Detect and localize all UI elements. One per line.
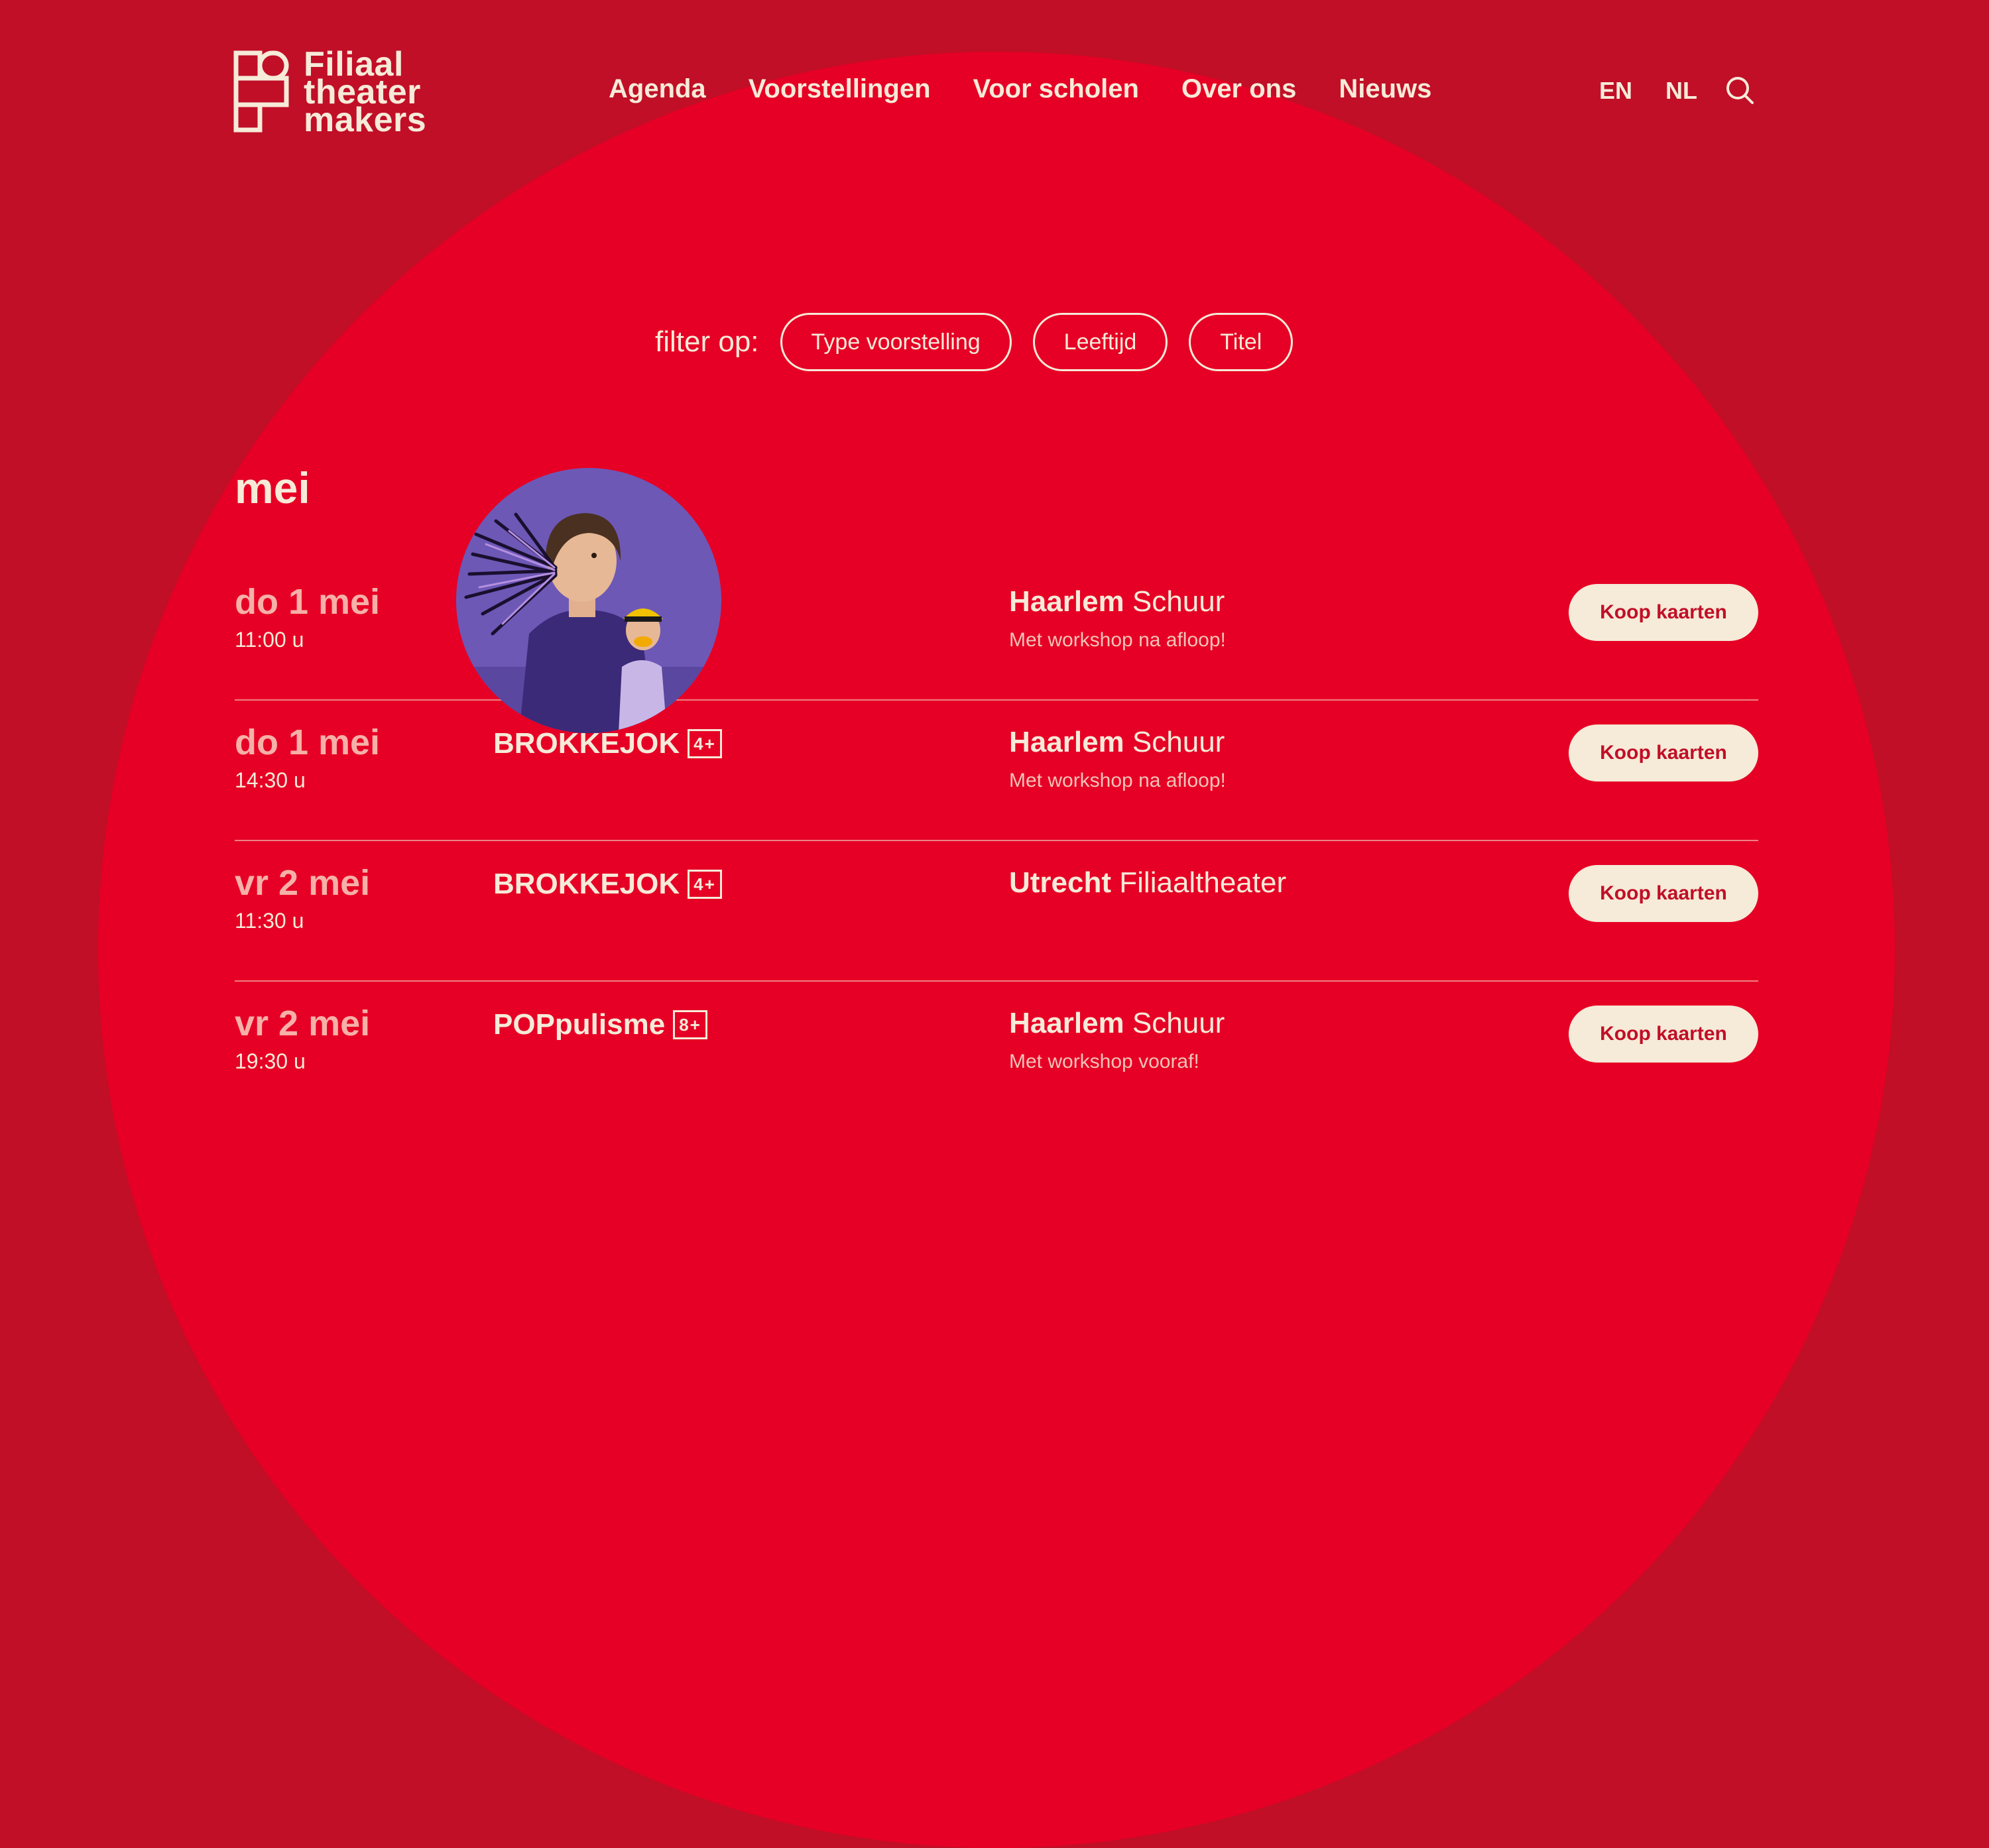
event-venue: Filiaaltheater xyxy=(1119,866,1287,899)
lang-en[interactable]: EN xyxy=(1599,77,1632,105)
event-date: do 1 mei xyxy=(235,582,381,622)
language-switcher: EN NL xyxy=(1599,77,1697,105)
buy-tickets-button[interactable]: Koop kaarten xyxy=(1569,865,1758,922)
nav-voorstellingen[interactable]: Voorstellingen xyxy=(749,74,931,104)
event-city: Haarlem xyxy=(1009,585,1124,618)
filter-leeftijd[interactable]: Leeftijd xyxy=(1032,313,1168,371)
event-title-text[interactable]: BROKKEJOK xyxy=(493,868,680,901)
logo-mark-icon xyxy=(233,50,289,133)
event-city: Utrecht xyxy=(1009,866,1112,899)
event-venue: Schuur xyxy=(1132,585,1225,618)
lang-nl[interactable]: NL xyxy=(1665,77,1697,105)
event-time: 11:30 u xyxy=(235,909,304,933)
search-icon[interactable] xyxy=(1725,76,1754,105)
event-location: Haarlem Schuur xyxy=(1009,1007,1225,1040)
event-time: 11:00 u xyxy=(235,628,304,652)
month-heading: mei xyxy=(235,463,310,512)
filter-label: filter op: xyxy=(655,325,759,358)
event-title-text[interactable]: POPpulisme xyxy=(493,1008,665,1041)
nav-agenda[interactable]: Agenda xyxy=(609,74,706,104)
event-venue: Schuur xyxy=(1132,1007,1225,1039)
nav-nieuws[interactable]: Nieuws xyxy=(1339,74,1431,104)
event-title[interactable]: BROKKEJOK 4+ xyxy=(493,868,722,901)
buy-tickets-button[interactable]: Koop kaarten xyxy=(1569,1006,1758,1063)
event-row: vr 2 mei 19:30 u POPpulisme 8+ Haarlem S… xyxy=(235,982,1758,1121)
page: Filiaal theater makers Agenda Voorstelli… xyxy=(0,0,1989,1104)
event-title[interactable]: POPpulisme 8+ xyxy=(493,1008,707,1041)
show-photo xyxy=(456,468,721,733)
buy-tickets-button[interactable]: Koop kaarten xyxy=(1569,584,1758,641)
nav-over-ons[interactable]: Over ons xyxy=(1181,74,1296,104)
event-time: 14:30 u xyxy=(235,768,306,792)
event-date: vr 2 mei xyxy=(235,863,371,903)
filter-type-voorstelling[interactable]: Type voorstelling xyxy=(780,313,1012,371)
event-title[interactable]: BROKKEJOK 4+ xyxy=(493,727,722,760)
event-note: Met workshop na afloop! xyxy=(1009,770,1226,791)
event-location: Haarlem Schuur xyxy=(1009,726,1225,759)
event-city: Haarlem xyxy=(1009,726,1124,758)
logo-line-3: makers xyxy=(304,101,427,139)
filter-bar: filter op: Type voorstelling Leeftijd Ti… xyxy=(655,313,1294,371)
event-location: Utrecht Filiaaltheater xyxy=(1009,866,1286,899)
event-time: 19:30 u xyxy=(235,1049,306,1073)
event-city: Haarlem xyxy=(1009,1007,1124,1039)
event-venue: Schuur xyxy=(1132,726,1225,758)
buy-tickets-button[interactable]: Koop kaarten xyxy=(1569,724,1758,781)
event-row: do 1 mei 14:30 u BROKKEJOK 4+ Haarlem Sc… xyxy=(235,701,1758,841)
event-note: Met workshop vooraf! xyxy=(1009,1051,1199,1072)
main-nav: Agenda Voorstellingen Voor scholen Over … xyxy=(609,74,1431,104)
age-badge: 4+ xyxy=(688,870,722,899)
logo-wordmark: Filiaal theater makers xyxy=(304,47,427,139)
event-note: Met workshop na afloop! xyxy=(1009,629,1226,651)
event-date: do 1 mei xyxy=(235,722,381,762)
filter-titel[interactable]: Titel xyxy=(1189,313,1294,371)
age-badge: 4+ xyxy=(688,729,722,758)
event-row: vr 2 mei 11:30 u BROKKEJOK 4+ Utrecht Fi… xyxy=(235,841,1758,982)
event-location: Haarlem Schuur xyxy=(1009,585,1225,618)
nav-voor-scholen[interactable]: Voor scholen xyxy=(973,74,1139,104)
event-date: vr 2 mei xyxy=(235,1004,371,1043)
age-badge: 8+ xyxy=(673,1010,707,1039)
logo[interactable]: Filiaal theater makers xyxy=(233,47,427,139)
